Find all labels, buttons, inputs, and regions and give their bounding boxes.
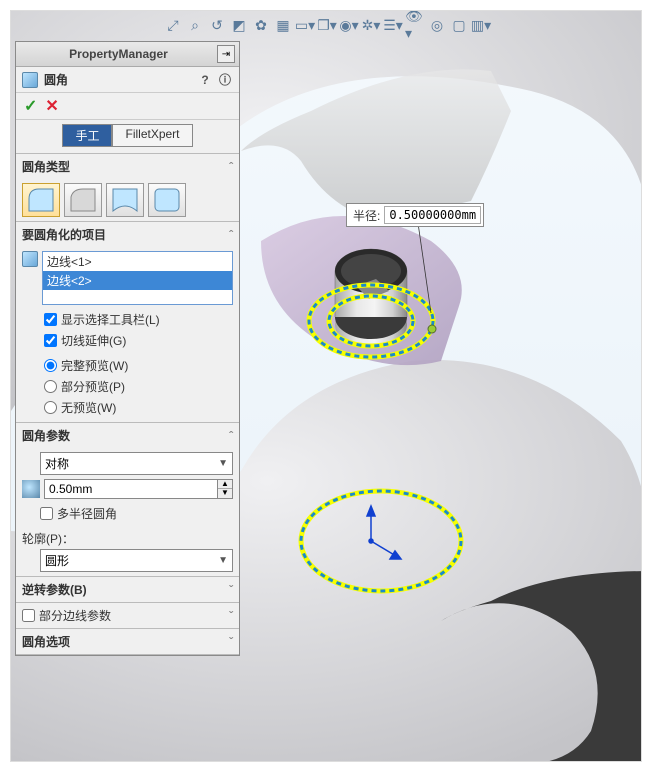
tb-hide-show-icon[interactable]: ❐▾ bbox=[317, 15, 337, 35]
property-manager-panel: PropertyManager ⇥ 圆角 ? ⓘ ✓ ✕ 手工 FilletXp… bbox=[15, 41, 240, 656]
section-partial-edge[interactable]: 部分边线参数ˇ bbox=[16, 603, 239, 628]
fillet-feature-icon bbox=[22, 72, 38, 88]
radius-callout[interactable]: 半径: 0.50000000mm bbox=[346, 203, 484, 227]
section-params[interactable]: 圆角参数ˆ bbox=[16, 423, 239, 448]
help-icon[interactable]: ? bbox=[197, 72, 213, 88]
type-variable-radius[interactable] bbox=[64, 183, 102, 217]
radius-callout-value[interactable]: 0.50000000mm bbox=[384, 206, 481, 224]
chevron-down-icon: ▼ bbox=[218, 458, 228, 469]
chevron-down-icon: ˇ bbox=[229, 635, 233, 649]
tb-multi-view-icon[interactable]: ▥▾ bbox=[471, 15, 491, 35]
section-fillet-type[interactable]: 圆角类型ˆ bbox=[16, 154, 239, 179]
tab-manual[interactable]: 手工 bbox=[62, 124, 112, 147]
tb-section-icon[interactable]: ◩ bbox=[229, 15, 249, 35]
section-items[interactable]: 要圆角化的项目ˆ bbox=[16, 222, 239, 247]
chk-multi-radius[interactable]: 多半径圆角 bbox=[40, 503, 233, 524]
type-const-radius[interactable] bbox=[22, 183, 60, 217]
feature-name: 圆角 bbox=[44, 71, 68, 88]
chevron-up-icon: ˆ bbox=[229, 429, 233, 443]
ok-button[interactable]: ✓ bbox=[24, 96, 37, 116]
list-item[interactable]: 边线<1> bbox=[43, 252, 232, 271]
rad-full-preview[interactable]: 完整预览(W) bbox=[44, 355, 233, 376]
chevron-down-icon: ▼ bbox=[218, 555, 228, 566]
type-full-round[interactable] bbox=[148, 183, 186, 217]
chk-tangent-prop[interactable]: 切线延伸(G) bbox=[44, 330, 233, 351]
chevron-up-icon: ˆ bbox=[229, 228, 233, 242]
chevron-up-icon: ˆ bbox=[229, 160, 233, 174]
rad-no-preview[interactable]: 无预览(W) bbox=[44, 397, 233, 418]
chevron-down-icon: ˇ bbox=[229, 609, 233, 623]
tb-scene-icon[interactable]: ✲▾ bbox=[361, 15, 381, 35]
list-item[interactable]: 边线<2> bbox=[43, 271, 232, 290]
tb-dyn-icon[interactable]: ✿ bbox=[251, 15, 271, 35]
pm-title: PropertyManager bbox=[20, 47, 217, 61]
tb-zoom-fit-icon[interactable]: ⤢ bbox=[163, 15, 183, 35]
selection-list[interactable]: 边线<1> 边线<2> bbox=[42, 251, 233, 305]
spin-down-button[interactable]: ▼ bbox=[218, 489, 232, 498]
tb-render-icon[interactable]: ◎ bbox=[427, 15, 447, 35]
radius-callout-label: 半径: bbox=[349, 207, 384, 224]
chevron-down-icon: ˇ bbox=[229, 583, 233, 597]
dd-profile[interactable]: 圆形▼ bbox=[40, 549, 233, 572]
tb-appearance-icon[interactable]: ◉▾ bbox=[339, 15, 359, 35]
tab-filletxpert[interactable]: FilletXpert bbox=[112, 124, 192, 147]
rad-partial-preview[interactable]: 部分预览(P) bbox=[44, 376, 233, 397]
cancel-button[interactable]: ✕ bbox=[45, 96, 58, 116]
tb-view-settings-icon[interactable]: ☰▾ bbox=[383, 15, 403, 35]
tb-zoom-area-icon[interactable]: ⌕ bbox=[185, 15, 205, 35]
tb-screen-icon[interactable]: ▢ bbox=[449, 15, 469, 35]
edge-selection-icon bbox=[22, 251, 38, 267]
dd-symmetric[interactable]: 对称▼ bbox=[40, 452, 233, 475]
tb-display-style-icon[interactable]: ▭▾ bbox=[295, 15, 315, 35]
tb-prev-view-icon[interactable]: ↺ bbox=[207, 15, 227, 35]
tb-eye-icon[interactable]: 👁▾ bbox=[405, 15, 425, 35]
section-reverse[interactable]: 逆转参数(B)ˇ bbox=[16, 577, 239, 602]
section-options[interactable]: 圆角选项ˇ bbox=[16, 629, 239, 654]
tb-orient-icon[interactable]: ▦ bbox=[273, 15, 293, 35]
chk-show-toolbar[interactable]: 显示选择工具栏(L) bbox=[44, 309, 233, 330]
type-face-fillet[interactable] bbox=[106, 183, 144, 217]
radius-icon bbox=[22, 480, 40, 498]
help-detail-icon[interactable]: ⓘ bbox=[217, 72, 233, 88]
profile-label: 轮廓(P)： bbox=[22, 528, 233, 549]
radius-input[interactable]: 0.50mm bbox=[44, 479, 218, 499]
pin-icon[interactable]: ⇥ bbox=[217, 45, 235, 63]
